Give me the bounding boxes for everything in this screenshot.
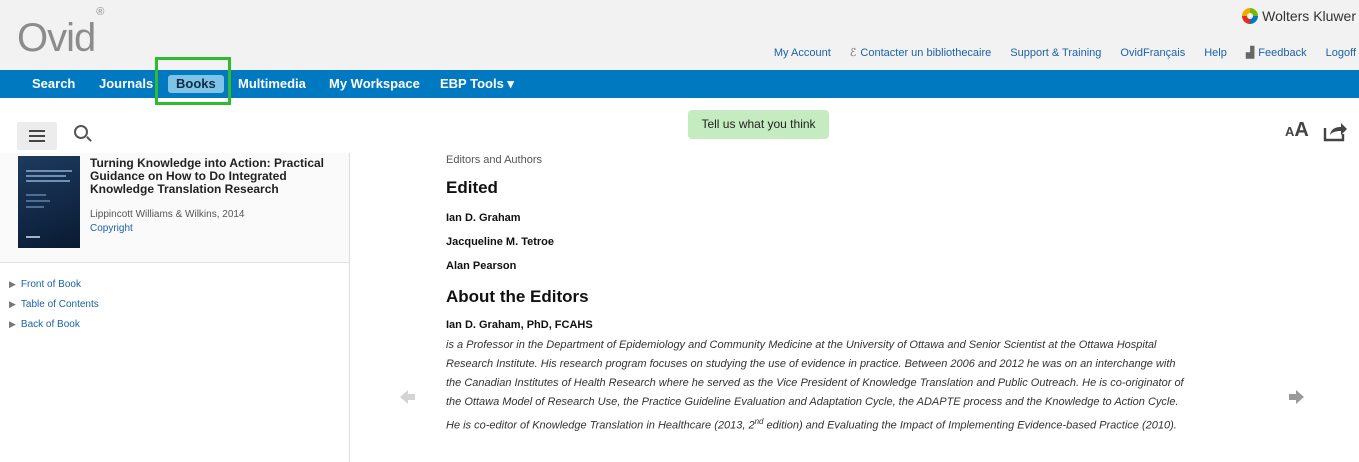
nav-search[interactable]: Search — [32, 70, 75, 98]
contact-librarian-link[interactable]: ℰ Contacter un bibliothecaire — [850, 46, 992, 59]
breadcrumb: Editors and Authors — [446, 154, 543, 166]
nav-my-workspace[interactable]: My Workspace — [329, 70, 420, 98]
wolters-kluwer-brand[interactable]: Wolters Kluwer — [1242, 8, 1356, 24]
book-card: Turning Knowledge into Action: Practical… — [0, 153, 349, 263]
book-publisher: Lippincott Williams & Wilkins, 2014 — [90, 209, 245, 220]
share-icon[interactable] — [1322, 120, 1348, 142]
bio-text: is a Professor in the Department of Epid… — [446, 339, 1184, 432]
nav-multimedia[interactable]: Multimedia — [238, 70, 306, 98]
feedback-link[interactable]: ▟ Feedback — [1246, 46, 1307, 59]
search-icon[interactable] — [74, 125, 88, 139]
editor-name: Ian D. Graham — [446, 212, 521, 224]
top-links: My Account ℰ Contacter un bibliothecaire … — [755, 46, 1356, 60]
logoff-link[interactable]: Logoff — [1326, 47, 1356, 59]
support-training-link[interactable]: Support & Training — [1010, 47, 1101, 59]
copyright-link[interactable]: Copyright — [90, 223, 133, 234]
book-sidebar: Turning Knowledge into Action: Practical… — [0, 153, 350, 462]
expand-triangle-icon: ▶ — [9, 279, 16, 289]
edited-heading: Edited — [446, 178, 498, 197]
list-view-icon[interactable] — [17, 122, 57, 150]
book-cover[interactable] — [18, 156, 80, 248]
book-toc: ▶ Front of Book ▶ Table of Contents ▶ Back … — [9, 277, 99, 337]
editor-name: Alan Pearson — [446, 260, 517, 272]
wolters-kluwer-logo-icon — [1242, 8, 1259, 24]
text-size-icon[interactable]: AA — [1285, 120, 1309, 140]
librarian-icon: ℰ — [849, 47, 857, 59]
next-page-arrow-icon[interactable] — [1288, 388, 1306, 406]
book-title[interactable]: Turning Knowledge into Action: Practical… — [90, 157, 340, 196]
nav-journals[interactable]: Journals — [99, 70, 153, 98]
my-account-link[interactable]: My Account — [774, 47, 831, 59]
feedback-pill[interactable]: Tell us what you think — [688, 110, 829, 139]
toc-table-of-contents[interactable]: ▶ Table of Contents — [9, 297, 99, 317]
toc-back-of-book[interactable]: ▶ Back of Book — [9, 317, 99, 337]
brand-name: Wolters Kluwer — [1262, 8, 1356, 24]
books-highlight-annotation — [155, 57, 231, 105]
bio-name: Ian D. Graham, PhD, FCAHS — [446, 319, 593, 331]
ovid-francais-link[interactable]: OvidFrançais — [1120, 47, 1185, 59]
main-content: Editors and Authors Edited Ian D. Graham… — [446, 154, 1256, 432]
toc-front-of-book[interactable]: ▶ Front of Book — [9, 277, 99, 297]
help-link[interactable]: Help — [1204, 47, 1227, 59]
editor-name: Jacqueline M. Tetroe — [446, 236, 554, 248]
about-editors-heading: About the Editors — [446, 287, 589, 306]
expand-triangle-icon: ▶ — [9, 299, 16, 309]
expand-triangle-icon: ▶ — [9, 319, 16, 329]
previous-page-arrow-icon[interactable] — [398, 388, 416, 406]
ovid-logo[interactable]: Ovid® — [17, 6, 104, 58]
nav-ebp-tools[interactable]: EBP Tools ▾ — [440, 70, 514, 98]
thumbs-up-icon: ▟ — [1245, 47, 1255, 59]
